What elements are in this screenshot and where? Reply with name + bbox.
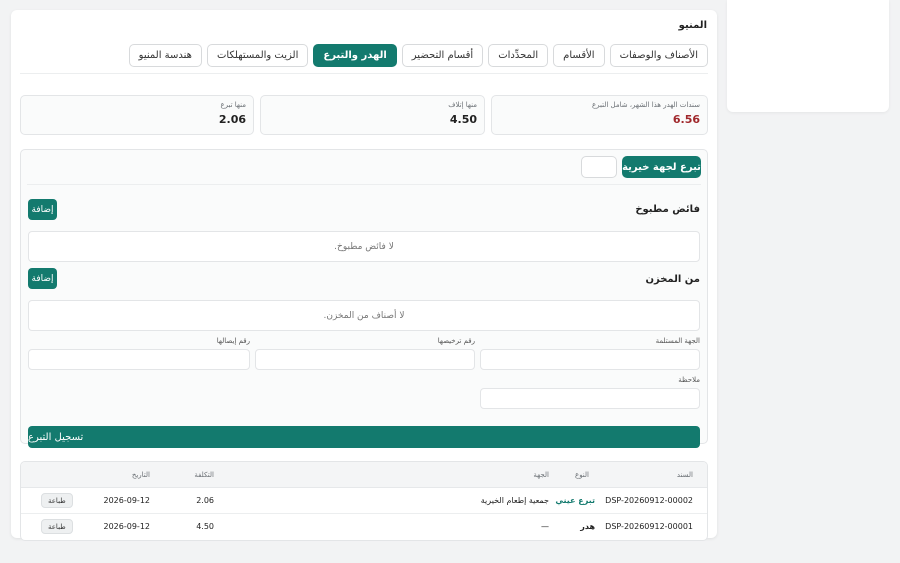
stat-waste-month: سندات الهدر هذا الشهر، شامل التبرع 6.56: [491, 95, 708, 135]
tab-prep-sections[interactable]: أقسام التحضير: [401, 44, 484, 67]
donation-panel: تبرع لجهة خيرية فائض مطبوخ إضافة لا فائض…: [20, 149, 708, 448]
note-input[interactable]: [480, 388, 700, 409]
cell-date: 2026-09-12: [103, 522, 151, 531]
cooked-surplus-empty: لا فائض مطبوخ.: [28, 231, 700, 262]
header-type: النوع: [575, 471, 589, 479]
side-panel: [727, 0, 889, 112]
header-doc: السند: [676, 471, 693, 479]
cell-entity: —: [541, 522, 549, 531]
receipt-label: رقم إيصالها: [216, 337, 250, 345]
tab-menu-engineering[interactable]: هندسة المنيو: [128, 44, 202, 67]
cell-type: هدر: [580, 522, 595, 531]
add-from-store-button[interactable]: إضافة: [28, 268, 57, 289]
menu-card: المنيو الأصناف والوصفات الأقسام المحدِّد…: [11, 10, 717, 541]
card-title: المنيو: [678, 20, 707, 31]
cell-date: 2026-09-12: [103, 496, 151, 505]
table-row: DSP-20260912-00002 تبرع عيني جمعية إطعام…: [21, 488, 707, 514]
stat-value: 2.06: [218, 113, 246, 126]
register-donation-button[interactable]: تسجيل التبرع: [28, 426, 700, 448]
stat-value: 4.50: [449, 113, 477, 126]
cell-cost: 2.06: [196, 496, 214, 505]
table-row: DSP-20260912-00001 هدر — 4.50 2026-09-12…: [21, 514, 707, 540]
stat-label: سندات الهدر هذا الشهر، شامل التبرع: [591, 101, 700, 109]
stat-label: منها إتلاف: [448, 101, 477, 109]
print-button[interactable]: طباعة: [41, 493, 73, 508]
cell-entity: جمعية إطعام الخيرية: [480, 496, 549, 505]
cell-cost: 4.50: [196, 522, 214, 531]
recipient-label: الجهة المستلمة: [655, 337, 700, 345]
add-cooked-surplus-button[interactable]: إضافة: [28, 199, 57, 220]
tab-bar: الأصناف والوصفات الأقسام المحدِّدات أقسا…: [128, 44, 708, 67]
license-label: رقم ترخيصها: [437, 337, 475, 345]
cell-doc: DSP-20260912-00001: [605, 522, 693, 531]
tab-oil-consumables[interactable]: الزيت والمستهلكات: [206, 44, 309, 67]
documents-table: السند النوع الجهة التكلفة التاريخ DSP-20…: [20, 461, 708, 541]
license-input[interactable]: [255, 349, 475, 370]
stats-row: سندات الهدر هذا الشهر، شامل التبرع 6.56 …: [20, 95, 708, 135]
cell-doc: DSP-20260912-00002: [605, 496, 693, 505]
tab-modifiers[interactable]: المحدِّدات: [488, 44, 549, 67]
tab-waste-donation[interactable]: الهدر والتبرع: [313, 44, 397, 67]
header-date: التاريخ: [131, 471, 150, 479]
cell-type: تبرع عيني: [555, 496, 595, 505]
receipt-input[interactable]: [28, 349, 250, 370]
tab-items-recipes[interactable]: الأصناف والوصفات: [609, 44, 708, 67]
stat-donated: منها تبرع 2.06: [20, 95, 254, 135]
donate-charity-button[interactable]: تبرع لجهة خيرية: [622, 156, 701, 178]
stat-label: منها تبرع: [220, 101, 246, 109]
stat-value: 6.56: [672, 113, 700, 126]
stat-destroyed: منها إتلاف 4.50: [260, 95, 485, 135]
tab-divider: [20, 73, 708, 74]
recipient-input[interactable]: [480, 349, 700, 370]
from-store-empty: لا أصناف من المخزن.: [28, 300, 700, 331]
table-header: السند النوع الجهة التكلفة التاريخ: [21, 462, 707, 488]
print-button[interactable]: طباعة: [41, 519, 73, 534]
cooked-surplus-title: فائض مطبوخ: [635, 204, 700, 215]
header-cost: التكلفة: [194, 471, 214, 479]
from-store-title: من المخزن: [645, 274, 700, 285]
note-label: ملاحظة: [678, 376, 700, 384]
panel-divider: [27, 184, 701, 185]
header-entity: الجهة: [533, 471, 549, 479]
tab-categories[interactable]: الأقسام: [553, 44, 605, 67]
blank-button[interactable]: [581, 156, 617, 178]
